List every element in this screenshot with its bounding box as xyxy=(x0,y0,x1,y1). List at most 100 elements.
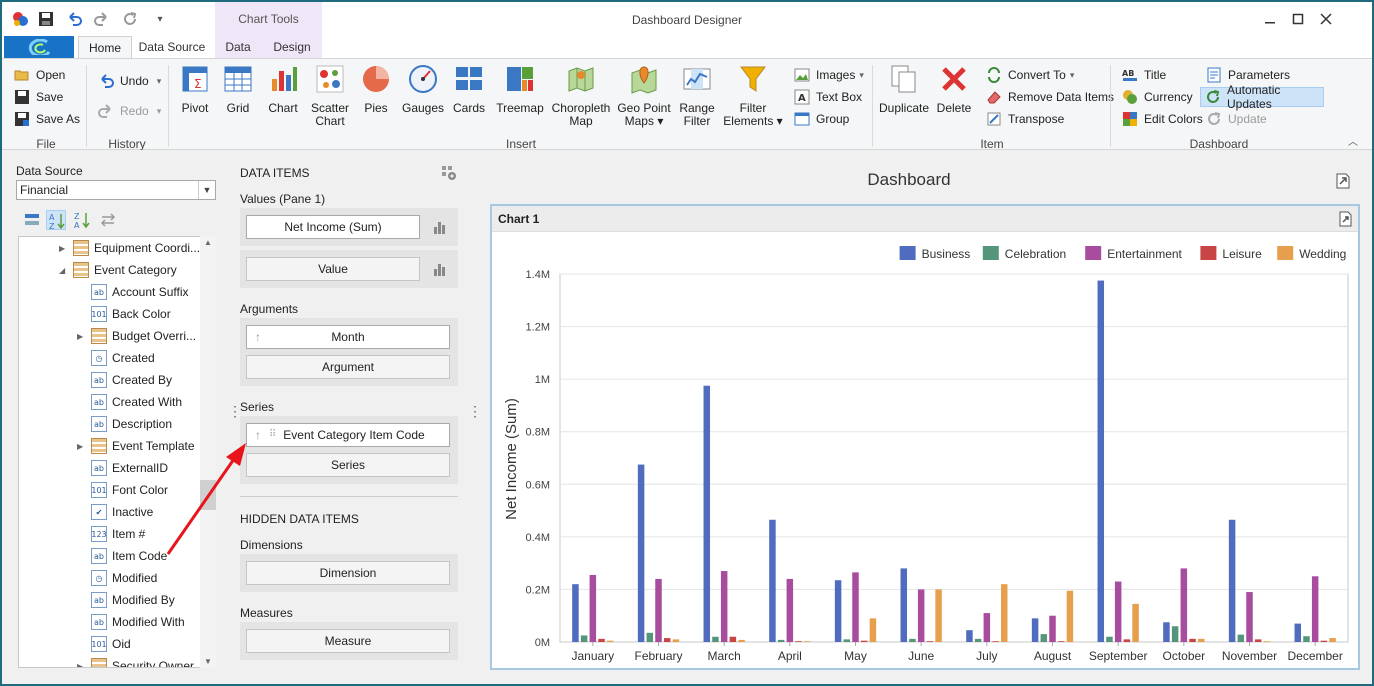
item-group-label: Item xyxy=(980,137,1004,151)
open-button[interactable]: Open xyxy=(10,65,69,85)
sort-descending-icon[interactable]: ZA xyxy=(72,210,92,230)
range-filter-button[interactable]: Range Filter xyxy=(674,63,720,128)
tree-node[interactable]: ab Modified With xyxy=(77,611,185,633)
arguments-label: Arguments xyxy=(240,302,299,316)
export-icon[interactable] xyxy=(1334,172,1352,190)
tree-node[interactable]: ▶ Event Template xyxy=(77,435,195,457)
tree-node[interactable]: ab ExternalID xyxy=(77,457,168,479)
delete-button[interactable]: Delete xyxy=(932,63,976,115)
duplicate-button[interactable]: Duplicate xyxy=(876,63,932,115)
choropleth-map-button[interactable]: Choropleth Map xyxy=(550,63,612,128)
cards-button[interactable]: Cards xyxy=(448,63,490,115)
value-field-net-income[interactable]: Net Income (Sum) xyxy=(246,215,420,239)
geo-point-maps-button[interactable]: Geo Point Maps ▾ xyxy=(614,63,674,128)
title-button[interactable]: AB Title xyxy=(1118,65,1170,85)
automatic-updates-button[interactable]: Automatic Updates xyxy=(1200,83,1324,111)
minimize-icon[interactable] xyxy=(1256,8,1284,30)
transpose-button[interactable]: Transpose xyxy=(982,109,1068,129)
parameters-button[interactable]: Parameters xyxy=(1202,65,1294,85)
series-drop-target[interactable]: Series xyxy=(246,453,450,477)
legend-swatch xyxy=(1085,246,1102,260)
images-button[interactable]: Images ▾ xyxy=(790,65,868,85)
tree-node[interactable]: ab Account Suffix xyxy=(77,281,189,303)
chart-type-icon[interactable] xyxy=(432,219,448,235)
refresh-field-list-icon[interactable] xyxy=(98,210,118,230)
file-menu-button[interactable] xyxy=(4,36,74,58)
chart-item[interactable]: Chart 1 0M 0.2M 0.4M 0.6M 0.8M 1M 1.2M 1.4M Net … xyxy=(490,204,1360,670)
maximize-icon[interactable] xyxy=(1284,8,1312,30)
bar xyxy=(935,589,942,642)
dimension-drop-target[interactable]: Dimension xyxy=(246,561,450,585)
scrollbar-thumb[interactable] xyxy=(200,480,216,510)
group-button[interactable]: Group xyxy=(790,109,853,129)
expand-toggle-icon[interactable]: ▶ xyxy=(77,442,87,451)
tab-home[interactable]: Home xyxy=(78,36,132,58)
dashboard-title[interactable]: Dashboard xyxy=(478,170,1340,190)
scroll-up-icon[interactable]: ▲ xyxy=(200,238,216,247)
tree-node[interactable]: ✔ Inactive xyxy=(77,501,153,523)
tree-node[interactable]: ▶ Equipment Coordi... xyxy=(59,237,200,259)
convert-to-button[interactable]: Convert To ▾ xyxy=(982,65,1078,85)
expand-toggle-icon[interactable]: ▶ xyxy=(59,244,69,253)
redo-button[interactable]: Redo ▾ xyxy=(94,101,165,121)
tree-node[interactable]: ◷ Modified xyxy=(77,567,157,589)
export-icon[interactable] xyxy=(1338,211,1354,227)
pies-button[interactable]: Pies xyxy=(354,63,398,115)
chart-button[interactable]: Chart xyxy=(260,63,306,115)
value-drop-target[interactable]: Value xyxy=(246,257,420,281)
undo-button[interactable]: Undo ▾ xyxy=(94,71,165,91)
expand-toggle-icon[interactable]: ◢ xyxy=(59,266,69,275)
expand-toggle-icon[interactable]: ▶ xyxy=(77,662,87,668)
field-type-icon: ab xyxy=(91,394,107,410)
currency-button[interactable]: Currency xyxy=(1118,87,1197,107)
tree-node[interactable]: ▶ Budget Overri... xyxy=(77,325,196,347)
tree-node[interactable]: ab Created With xyxy=(77,391,182,413)
expand-toggle-icon[interactable]: ▶ xyxy=(77,332,87,341)
field-list-scrollbar[interactable]: ▲ ▼ xyxy=(200,236,216,668)
parameters-icon xyxy=(1207,67,1221,83)
tree-node[interactable]: ab Item Code xyxy=(77,545,167,567)
tree-node[interactable]: ab Modified By xyxy=(77,589,175,611)
tree-node[interactable]: ab Created By xyxy=(77,369,172,391)
bar-chart[interactable]: 0M 0.2M 0.4M 0.6M 0.8M 1M 1.2M 1.4M Net Income (… xyxy=(492,234,1358,668)
tab-data[interactable]: Data xyxy=(218,36,258,58)
sort-ascending-icon[interactable]: AZ xyxy=(46,210,66,230)
tree-node[interactable]: 101 Oid xyxy=(77,633,131,655)
gauges-button[interactable]: Gauges xyxy=(400,63,446,115)
tree-node[interactable]: ◷ Created xyxy=(77,347,155,369)
measure-drop-target[interactable]: Measure xyxy=(246,629,450,653)
tree-node[interactable]: 101 Back Color xyxy=(77,303,171,325)
collapse-ribbon-icon[interactable]: ︿ xyxy=(1348,133,1358,148)
tree-node[interactable]: ▶ Security Owner xyxy=(77,655,194,668)
tab-design[interactable]: Design xyxy=(268,36,316,58)
argument-drop-target[interactable]: Argument xyxy=(246,355,450,379)
tab-data-source[interactable]: Data Source xyxy=(134,36,210,58)
scroll-down-icon[interactable]: ▼ xyxy=(200,657,216,666)
treemap-button[interactable]: Treemap xyxy=(494,63,546,115)
chart-type-icon[interactable] xyxy=(432,261,448,277)
close-icon[interactable] xyxy=(1312,8,1340,30)
series-field-event-category-item-code[interactable]: ↑ ⠿ Event Category Item Code xyxy=(246,423,450,447)
scatter-chart-button[interactable]: Scatter Chart xyxy=(306,63,354,128)
pivot-button[interactable]: Σ Pivot xyxy=(172,63,218,115)
chevron-down-icon[interactable]: ▼ xyxy=(198,181,215,199)
save-button[interactable]: Save xyxy=(10,87,67,107)
remove-data-items-button[interactable]: Remove Data Items xyxy=(982,87,1118,107)
tree-node[interactable]: ab Description xyxy=(77,413,172,435)
group-by-type-icon[interactable] xyxy=(22,210,42,230)
tree-node[interactable]: ◢ Event Category xyxy=(59,259,177,281)
save-as-button[interactable]: Save As xyxy=(10,109,84,129)
drag-handle-icon[interactable]: ⋮ xyxy=(228,404,242,418)
filter-elements-button[interactable]: Filter Elements ▾ xyxy=(722,63,784,128)
add-pane-icon[interactable] xyxy=(440,164,458,182)
text-box-button[interactable]: A Text Box xyxy=(790,87,866,107)
tree-node[interactable]: 101 Font Color xyxy=(77,479,168,501)
tree-node[interactable]: 123 Item # xyxy=(77,523,145,545)
field-list-tree[interactable]: ▶ Equipment Coordi... ◢ Event Category ab Acc… xyxy=(18,236,216,668)
argument-field-month[interactable]: ↑ Month xyxy=(246,325,450,349)
grid-button[interactable]: Grid xyxy=(216,63,260,115)
edit-colors-button[interactable]: Edit Colors xyxy=(1118,109,1207,129)
range-filter-icon xyxy=(683,68,711,90)
data-source-combo[interactable]: Financial ▼ xyxy=(16,180,216,200)
update-button[interactable]: Update xyxy=(1202,109,1271,129)
